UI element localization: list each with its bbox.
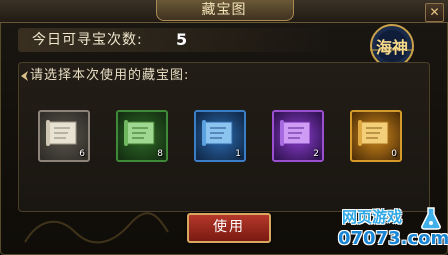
watermark-line1: 网页游戏 [342, 208, 403, 226]
map-count: 0 [391, 149, 397, 159]
map-count: 2 [313, 149, 319, 159]
treasure-map-green[interactable]: 8 [116, 110, 168, 162]
treasure-map-white[interactable]: 6 [38, 110, 90, 162]
scroll-icon [46, 120, 77, 146]
map-count: 6 [79, 149, 85, 159]
scroll-icon [358, 120, 389, 146]
decorative-pattern [24, 212, 169, 244]
map-count: 1 [235, 149, 241, 159]
select-map-prompt: 请选择本次使用的藏宝图: [30, 68, 190, 83]
search-count-label: 今日可寻宝次数: [32, 32, 143, 48]
map-count: 8 [157, 149, 163, 159]
scroll-icon [124, 120, 155, 146]
arrow-icon [21, 71, 28, 81]
watermark-line2: 07073.com [338, 228, 448, 249]
use-button[interactable]: 使用 [187, 213, 271, 243]
logo-text: 海神 [376, 38, 408, 57]
flask-icon [421, 207, 441, 230]
close-button[interactable]: ✕ [425, 3, 444, 22]
scroll-icon [280, 120, 311, 146]
treasure-map-blue[interactable]: 1 [194, 110, 246, 162]
dialog-title: 藏宝图 [201, 2, 247, 18]
scroll-icon [202, 120, 233, 146]
search-count-value: 5 [176, 30, 188, 49]
treasure-map-purple[interactable]: 2 [272, 110, 324, 162]
treasure-map-orange[interactable]: 0 [350, 110, 402, 162]
